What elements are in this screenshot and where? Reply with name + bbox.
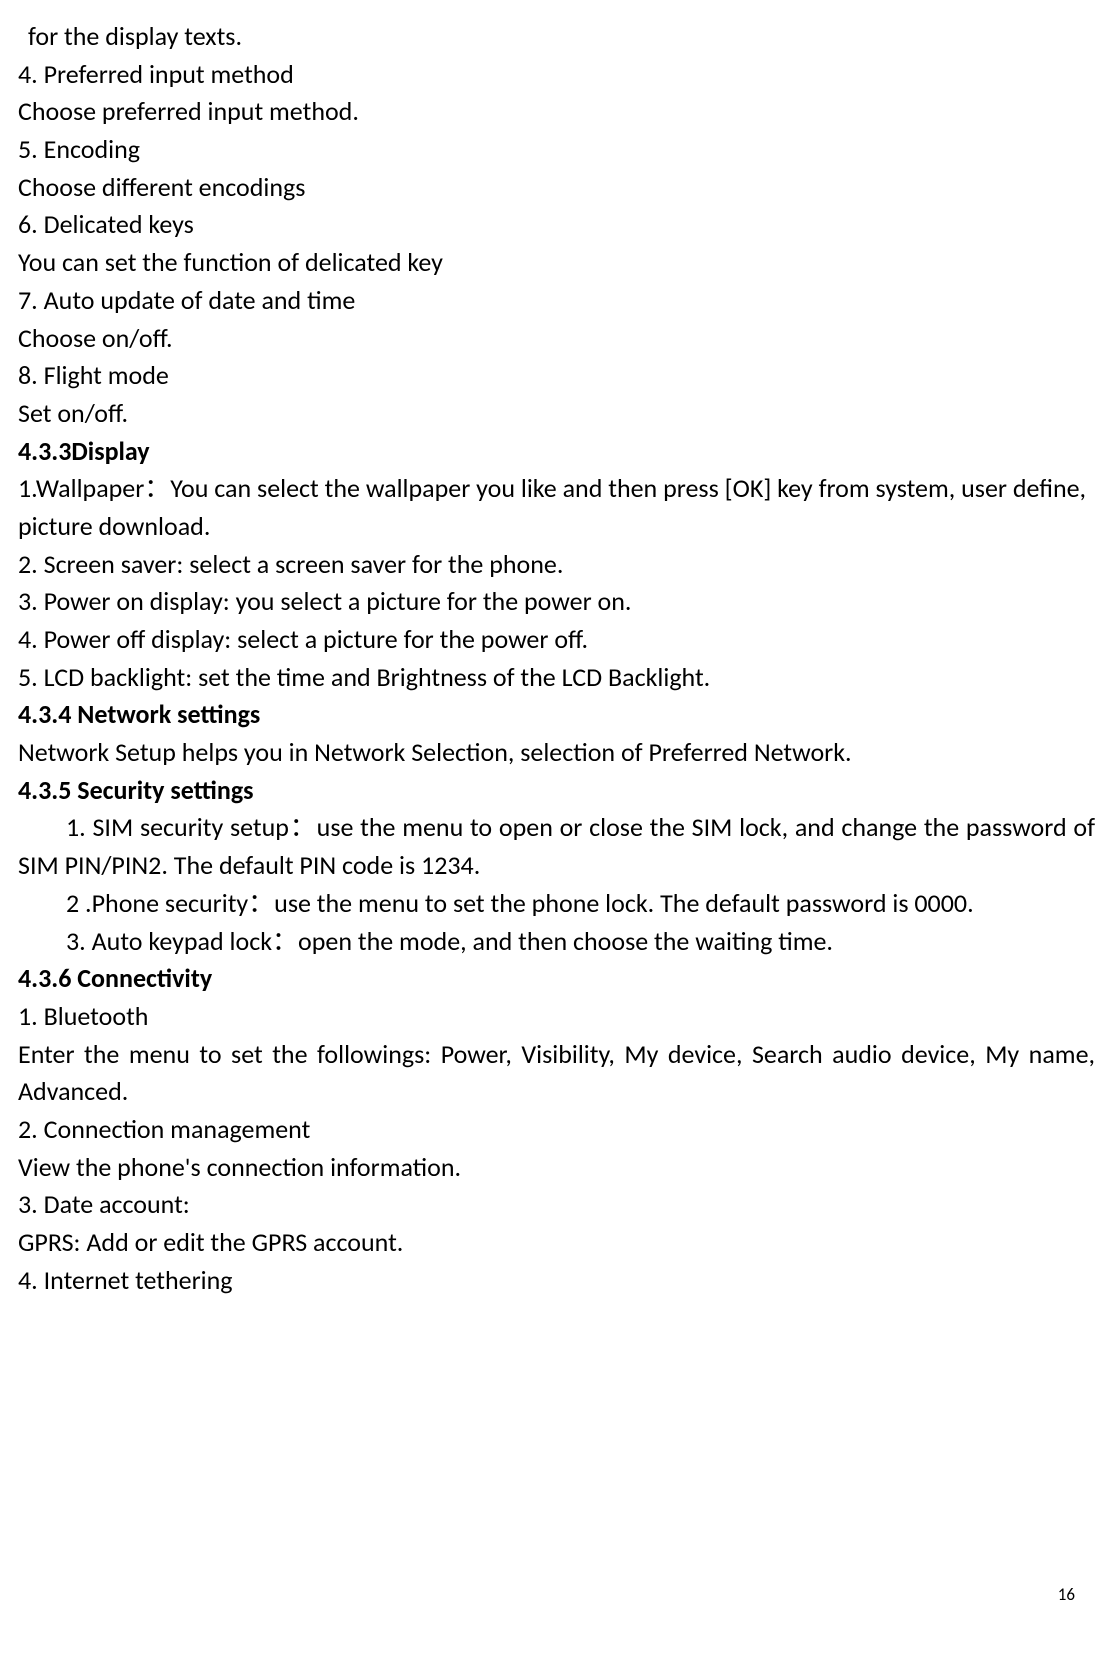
text-line: 4. Internet tethering <box>18 1262 1095 1300</box>
section-heading-network-settings: 4.3.4 Network settings <box>18 696 1095 734</box>
text-line: 8. Flight mode <box>18 357 1095 395</box>
text-line: Network Setup helps you in Network Selec… <box>18 734 1095 772</box>
text-line: 3. Auto keypad lock：open the mode, and t… <box>18 923 1095 961</box>
text-line: 2. Connection management <box>18 1111 1095 1149</box>
text-line: 4. Power off display: select a picture f… <box>18 621 1095 659</box>
text-line: 2. Screen saver: select a screen saver f… <box>18 546 1095 584</box>
text-line: GPRS: Add or edit the GPRS account. <box>18 1224 1095 1262</box>
text-line: 5. LCD backlight: set the time and Brigh… <box>18 659 1095 697</box>
section-heading-connectivity: 4.3.6 Connectivity <box>18 960 1095 998</box>
text-line: 5. Encoding <box>18 131 1095 169</box>
section-heading-security-settings: 4.3.5 Security settings <box>18 772 1095 810</box>
text-line: 1. Bluetooth <box>18 998 1095 1036</box>
text-line: Choose on/off. <box>18 320 1095 358</box>
section-heading-display: 4.3.3Display <box>18 433 1095 471</box>
text-line: Choose preferred input method. <box>18 93 1095 131</box>
text-line: 3. Date account: <box>18 1186 1095 1224</box>
text-line: 7. Auto update of date and time <box>18 282 1095 320</box>
text-line: 4. Preferred input method <box>18 56 1095 94</box>
text-line: Enter the menu to set the followings: Po… <box>18 1036 1095 1111</box>
text-line: 1.Wallpaper：You can select the wallpaper… <box>18 470 1095 545</box>
text-line: 2 .Phone security：use the menu to set th… <box>18 885 1095 923</box>
text-line: 6. Delicated keys <box>18 206 1095 244</box>
text-line: View the phone's connection information. <box>18 1149 1095 1187</box>
text-line: 1. SIM security setup：use the menu to op… <box>18 809 1095 884</box>
text-line: Set on/off. <box>18 395 1095 433</box>
page-number: 16 <box>1058 1583 1075 1608</box>
text-line: for the display texts. <box>18 18 1095 56</box>
text-line: You can set the function of delicated ke… <box>18 244 1095 282</box>
text-line: 3. Power on display: you select a pictur… <box>18 583 1095 621</box>
text-line: Choose different encodings <box>18 169 1095 207</box>
